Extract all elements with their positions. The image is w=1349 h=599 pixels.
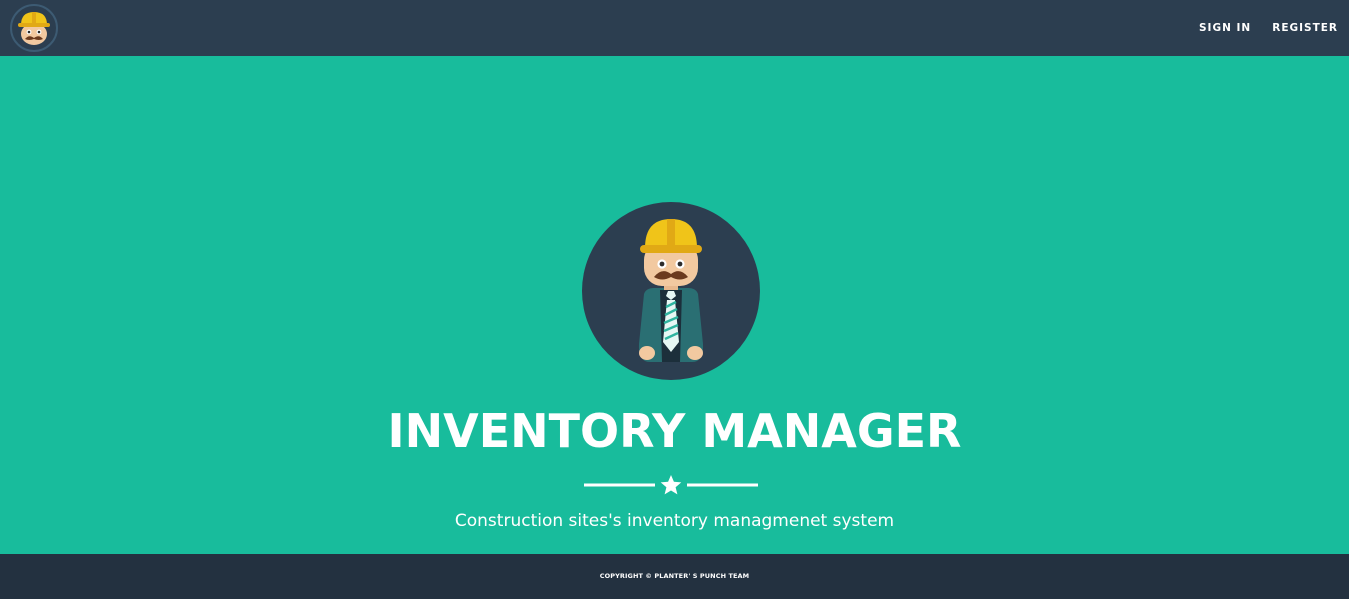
page-title: INVENTORY MANAGER bbox=[387, 404, 962, 458]
nav-links: SIGN IN REGISTER bbox=[1199, 0, 1338, 56]
footer: COPYRIGHT © PLANTER' S PUNCH TEAM bbox=[0, 554, 1349, 599]
hero-section: INVENTORY MANAGER Construction sites's i… bbox=[0, 56, 1349, 554]
star-icon bbox=[660, 475, 682, 495]
page-subtitle: Construction sites's inventory managmene… bbox=[454, 511, 895, 531]
sign-in-link[interactable]: SIGN IN bbox=[1199, 22, 1251, 34]
construction-worker-avatar-icon bbox=[582, 202, 760, 380]
star-divider bbox=[584, 475, 758, 495]
register-link[interactable]: REGISTER bbox=[1272, 22, 1338, 34]
copyright-text: COPYRIGHT © PLANTER' S PUNCH TEAM bbox=[599, 572, 750, 580]
navbar: SIGN IN REGISTER bbox=[0, 0, 1349, 56]
worker-helmet-logo-icon[interactable] bbox=[10, 4, 58, 52]
